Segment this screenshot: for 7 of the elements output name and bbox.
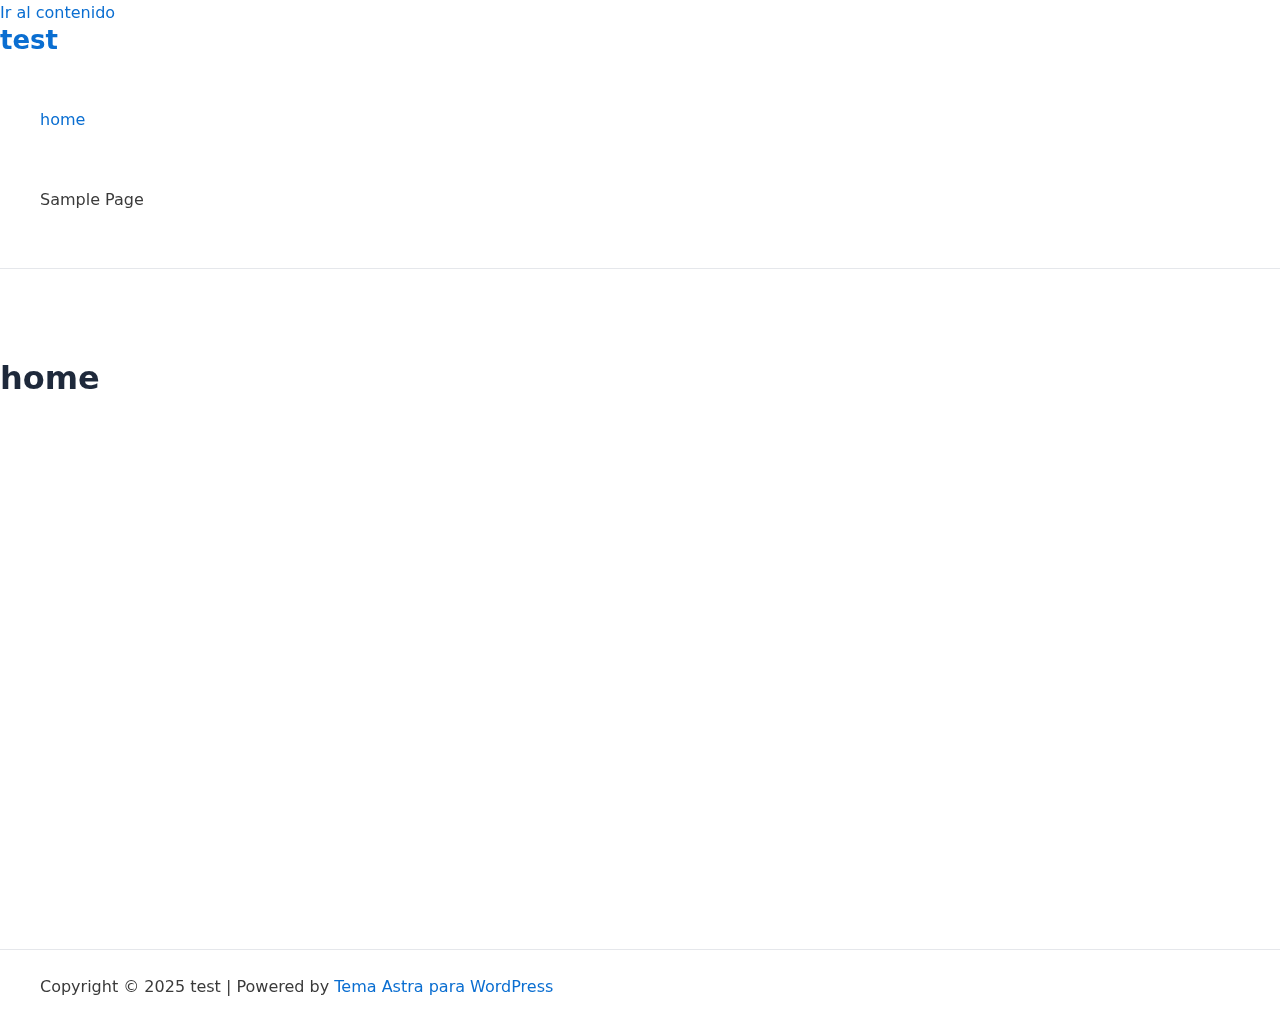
- footer-text: Copyright © 2025 test | Powered by Tema Astra para WordPress: [40, 976, 554, 998]
- page-title: home: [0, 358, 101, 399]
- skip-link[interactable]: Ir al contenido: [0, 0, 116, 26]
- nav-link[interactable]: Sample Page: [0, 160, 184, 240]
- site-title[interactable]: test: [0, 26, 58, 54]
- footer-link[interactable]: Tema Astra para WordPress: [334, 977, 554, 996]
- nav-link[interactable]: home: [0, 80, 126, 160]
